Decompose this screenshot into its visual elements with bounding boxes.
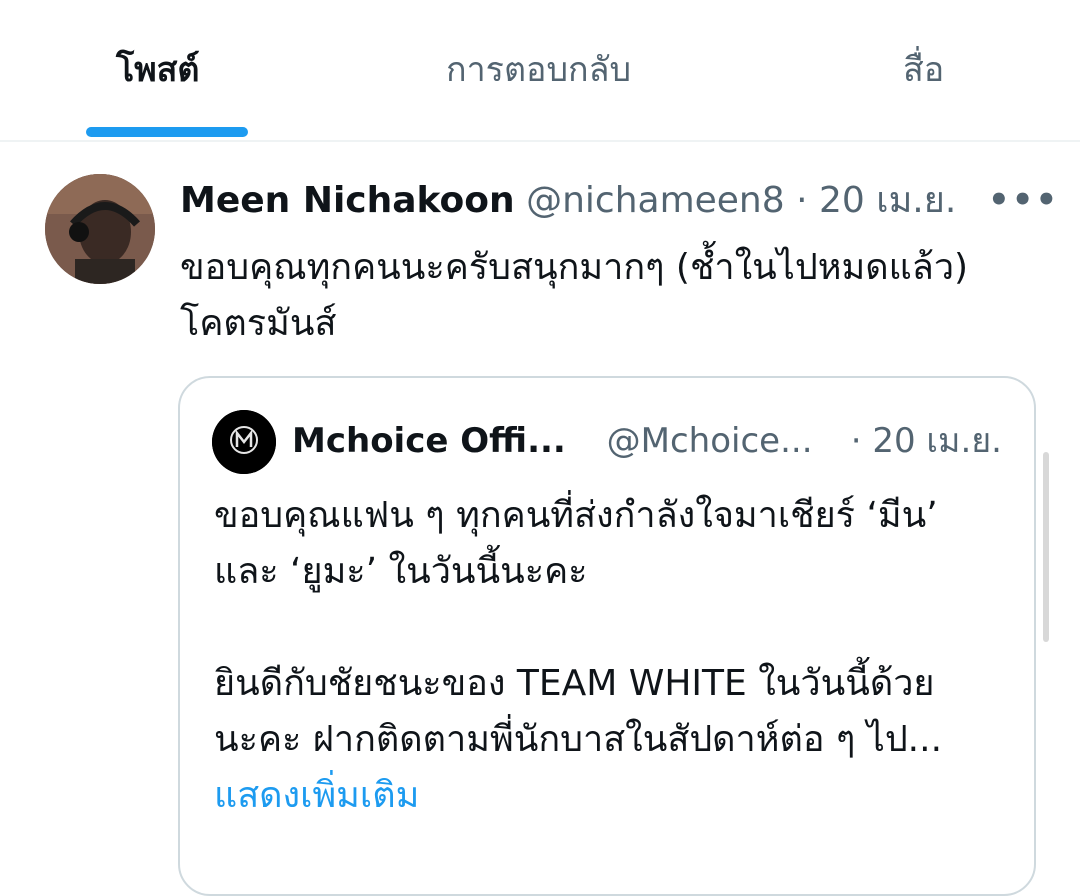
quoted-text-line: ขอบคุณแฟน ๆ ทุกคนที่ส่งกำลังใจมาเชียร์ ‘… [214, 495, 938, 536]
author-name[interactable]: Meen Nichakoon [180, 180, 515, 221]
profile-tabs: โพสต์ การตอบกลับ สื่อ [0, 0, 1080, 142]
tweet-text: ขอบคุณทุกคนนะครับสนุกมากๆ (ช้ำในไปหมดแล้… [180, 240, 1050, 352]
tab-posts[interactable]: โพสต์ [116, 42, 200, 96]
quoted-text-line: ยินดีกับชัยชนะของ TEAM WHITE ในวันนี้ด้ว… [214, 663, 935, 704]
tweet-header: Meen Nichakoon @nichameen8 · 20 เม.ย. [180, 176, 956, 226]
separator-dot: · [796, 180, 808, 221]
more-horizontal-icon[interactable]: ••• [988, 180, 1059, 220]
tweet-text-line: ขอบคุณทุกคนนะครับสนุกมากๆ (ช้ำในไปหมดแล้… [180, 247, 969, 288]
quoted-text-line: นะคะ ฝากติดตามพี่นักบาสในสัปดาห์ต่อ ๆ ไป… [214, 719, 943, 760]
mchoice-logo-icon [212, 410, 276, 474]
show-more-link[interactable]: แสดงเพิ่มเติม [214, 768, 1004, 824]
quoted-tweet[interactable]: Mchoice Offi... @Mchoice... · 20 เม.ย. ข… [178, 376, 1036, 896]
tab-media[interactable]: สื่อ [903, 42, 944, 96]
quoted-header: Mchoice Offi... @Mchoice... · 20 เม.ย. [292, 416, 1012, 466]
tweet-time[interactable]: 20 เม.ย. [819, 180, 956, 221]
tweet-text-line: โคตรมันส์ [180, 303, 337, 344]
scrollbar[interactable] [1043, 452, 1049, 642]
tab-replies[interactable]: การตอบกลับ [446, 42, 631, 96]
quoted-text: ขอบคุณแฟน ๆ ทุกคนที่ส่งกำลังใจมาเชียร์ ‘… [214, 488, 1004, 824]
avatar-image [45, 174, 155, 284]
quoted-author-handle: @Mchoice... [606, 421, 813, 461]
avatar[interactable] [45, 174, 155, 284]
quoted-time: · 20 เม.ย. [850, 421, 1002, 461]
author-handle[interactable]: @nichameen8 [526, 180, 785, 221]
quoted-author-name: Mchoice Offi... [292, 421, 566, 461]
active-tab-indicator [86, 127, 248, 137]
quoted-text-line: และ ‘ยูมะ’ ในวันนี้นะคะ [214, 551, 588, 592]
quoted-avatar [212, 410, 276, 474]
